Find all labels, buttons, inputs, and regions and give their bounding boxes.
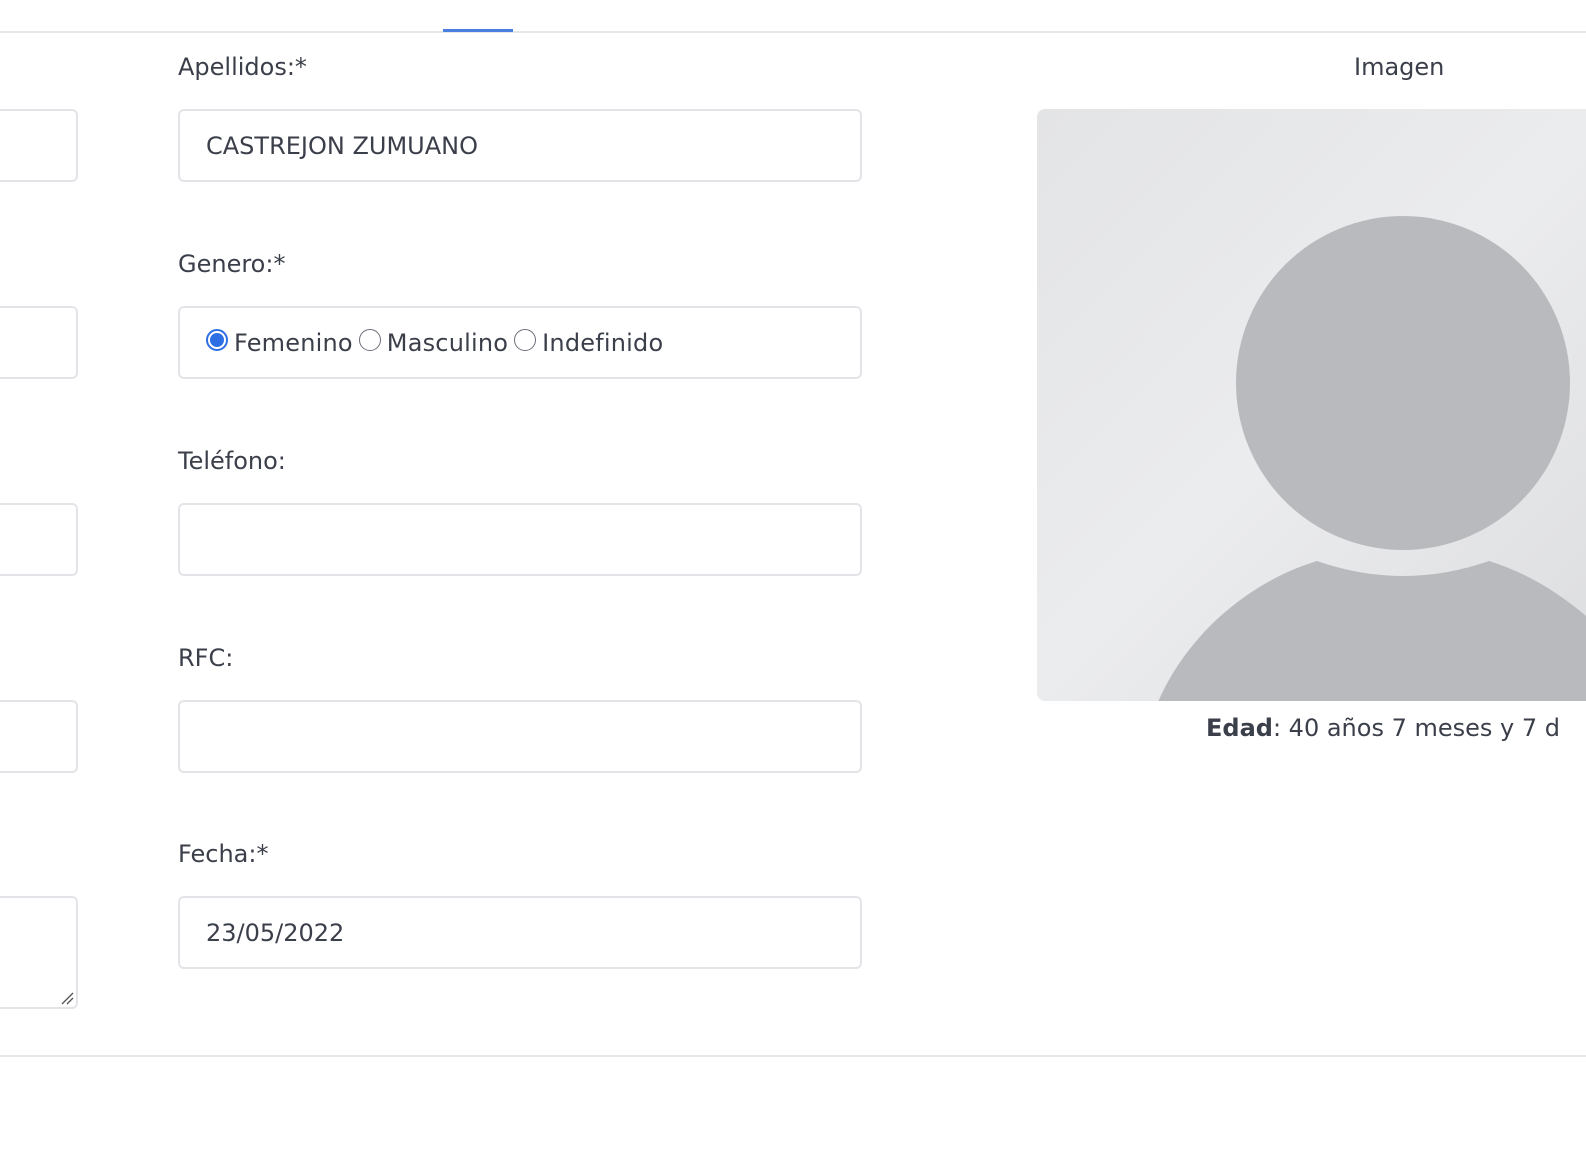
radio-unchecked-icon[interactable] xyxy=(358,328,381,351)
age-label: Edad xyxy=(1206,714,1273,742)
telefono-field[interactable] xyxy=(178,503,862,576)
radio-unchecked-icon[interactable] xyxy=(514,328,537,351)
fecha-input[interactable] xyxy=(206,918,860,947)
genero-option-label: Indefinido xyxy=(542,328,664,357)
genero-option-masculino[interactable]: Masculino xyxy=(358,328,509,357)
left-column-field-2[interactable] xyxy=(0,306,78,379)
telefono-input[interactable] xyxy=(206,525,860,554)
apellidos-input[interactable] xyxy=(206,131,860,160)
radio-checked-icon[interactable] xyxy=(206,328,228,351)
left-column-textarea[interactable] xyxy=(0,896,78,1009)
patient-form-page: Apellidos:* Genero:* Femenino Masculino … xyxy=(0,0,1586,1162)
genero-option-indefinido[interactable]: Indefinido xyxy=(514,328,664,357)
fecha-field[interactable] xyxy=(178,896,862,969)
apellidos-field[interactable] xyxy=(178,109,862,182)
user-avatar-icon xyxy=(1158,216,1586,701)
age-display: Edad: 40 años 7 meses y 7 d xyxy=(1206,714,1560,742)
apellidos-label: Apellidos:* xyxy=(178,53,307,81)
form-footer-divider xyxy=(0,1055,1586,1057)
telefono-label: Teléfono: xyxy=(178,447,286,475)
rfc-label: RFC: xyxy=(178,644,234,672)
genero-label: Genero:* xyxy=(178,250,286,278)
genero-radio-group: Femenino Masculino Indefinido xyxy=(178,306,862,379)
resize-handle-icon[interactable] xyxy=(60,991,74,1005)
age-value: : 40 años 7 meses y 7 d xyxy=(1272,714,1560,742)
fecha-label: Fecha:* xyxy=(178,840,269,868)
active-tab-indicator xyxy=(443,29,513,32)
genero-option-label: Masculino xyxy=(386,328,509,357)
genero-option-label: Femenino xyxy=(234,328,353,357)
profile-image[interactable] xyxy=(1037,109,1586,701)
tab-bar-divider xyxy=(0,31,1586,33)
rfc-input[interactable] xyxy=(206,722,860,751)
left-column-field-4[interactable] xyxy=(0,700,78,773)
left-column-field-1[interactable] xyxy=(0,109,78,182)
left-column-field-3[interactable] xyxy=(0,503,78,576)
rfc-field[interactable] xyxy=(178,700,862,773)
genero-option-femenino[interactable]: Femenino xyxy=(206,328,353,357)
image-panel-title: Imagen xyxy=(1354,53,1445,81)
